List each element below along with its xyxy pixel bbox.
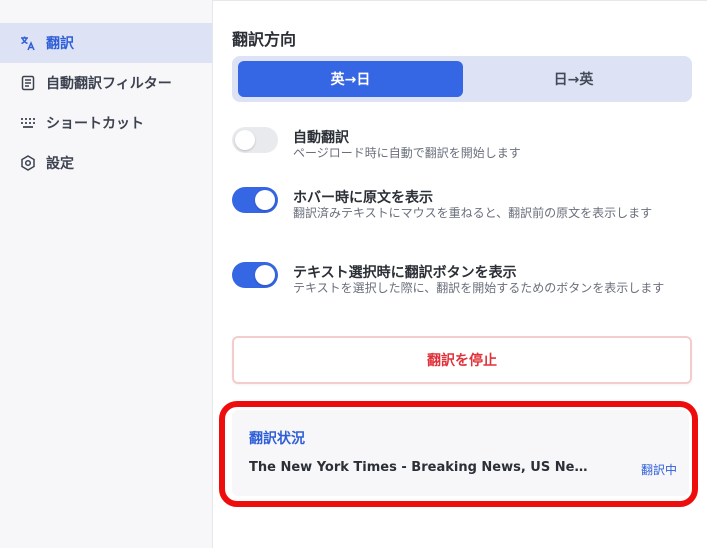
top-divider [212,0,707,1]
sidebar: 翻訳 自動翻訳フィルター ショートカット 設定 [0,0,213,548]
stop-translation-button[interactable]: 翻訳を停止 [232,336,692,384]
settings-icon [20,155,36,171]
status-title: 翻訳状況 [249,431,305,447]
selection-button-toggle[interactable] [232,262,278,288]
keyboard-icon [20,115,36,131]
direction-ja-en-button[interactable]: 日→英 [461,61,686,97]
document-icon [20,75,36,91]
auto-translate-toggle[interactable] [232,127,278,153]
option-description: テキストを選択した際に、翻訳を開始するためのボタンを表示します [293,281,665,295]
sidebar-item-label: ショートカット [46,116,144,132]
translate-icon [20,35,36,51]
option-title: ホバー時に原文を表示 [293,190,433,206]
direction-selector: 英→日 日→英 [232,56,692,102]
toggle-knob [255,190,275,210]
direction-en-ja-button[interactable]: 英→日 [238,61,463,97]
sidebar-item-label: 自動翻訳フィルター [46,76,172,92]
option-title: テキスト選択時に翻訳ボタンを表示 [293,265,517,281]
sidebar-item-auto-translate-filter[interactable]: 自動翻訳フィルター [0,63,212,103]
status-card: 翻訳状況 The New York Times - Breaking News,… [232,410,689,496]
status-page-title: The New York Times - Breaking News, US N… [249,460,599,475]
option-title: 自動翻訳 [293,130,349,146]
sidebar-item-label: 設定 [46,156,74,172]
status-state: 翻訳中 [640,463,677,477]
direction-title: 翻訳方向 [232,30,297,49]
toggle-knob [235,130,255,150]
hover-original-toggle[interactable] [232,187,278,213]
option-description: 翻訳済みテキストにマウスを重ねると、翻訳前の原文を表示します [293,206,653,220]
sidebar-item-translate[interactable]: 翻訳 [0,23,212,63]
option-description: ページロード時に自動で翻訳を開始します [293,146,521,160]
sidebar-item-shortcuts[interactable]: ショートカット [0,103,212,143]
toggle-knob [255,265,275,285]
sidebar-item-settings[interactable]: 設定 [0,143,212,183]
sidebar-item-label: 翻訳 [46,36,74,52]
